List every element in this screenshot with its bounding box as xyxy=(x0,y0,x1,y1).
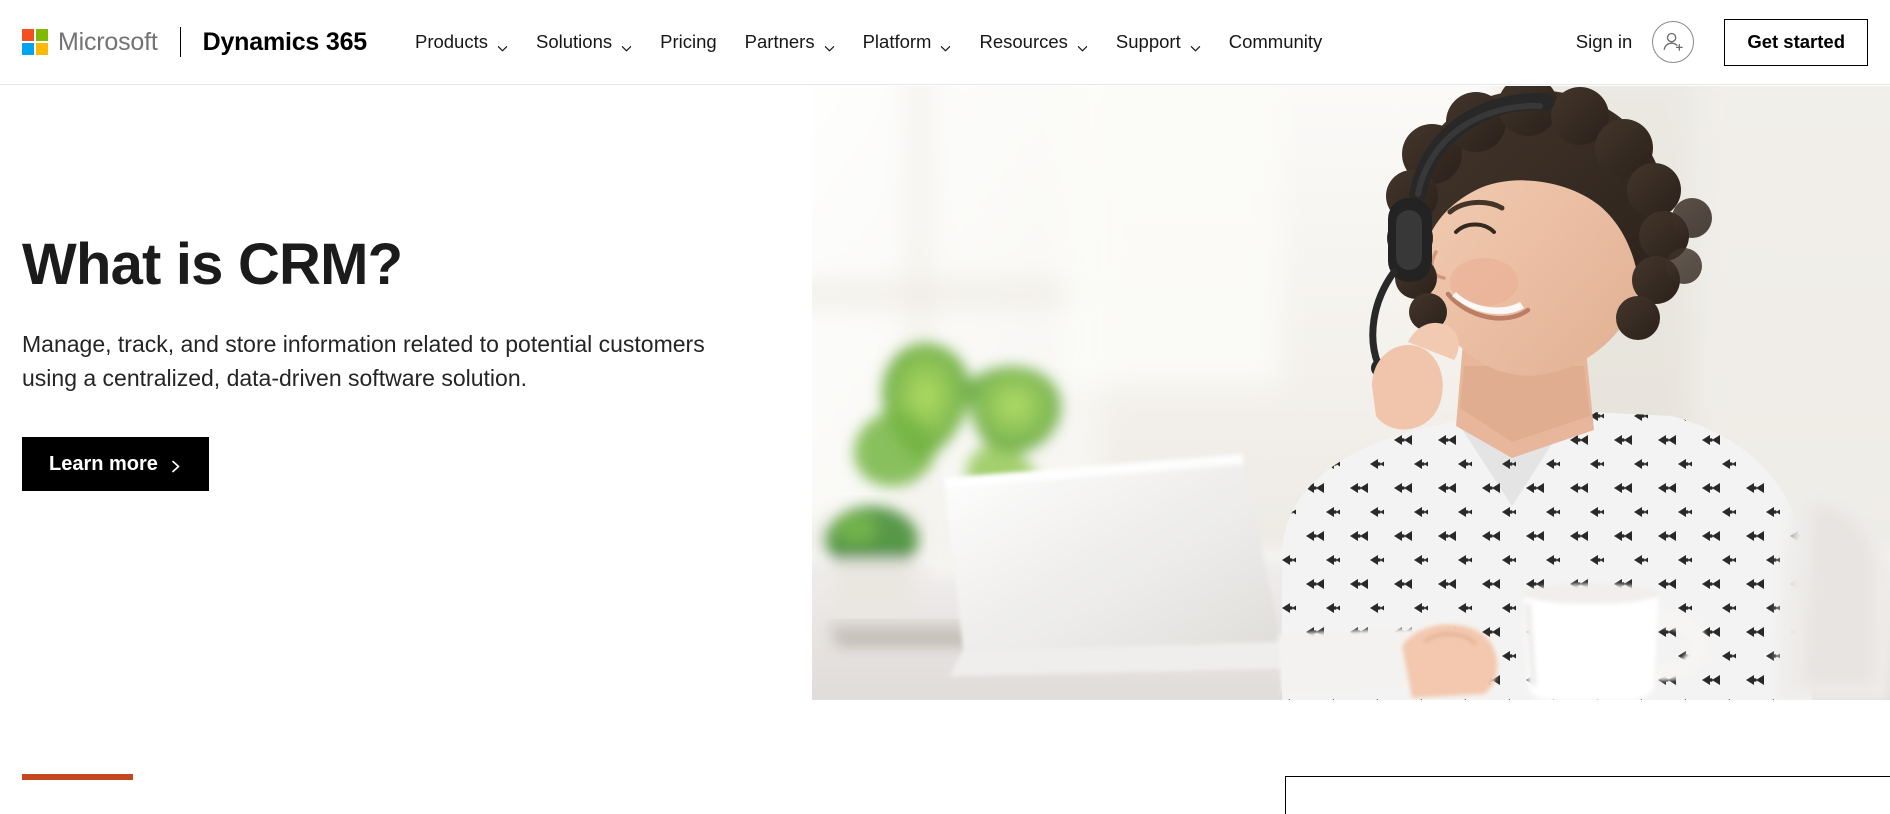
nav-right-cluster: Sign in Get started xyxy=(1572,18,1868,66)
hero-copy-block: What is CRM? Manage, track, and store in… xyxy=(22,232,782,491)
sign-in-link[interactable]: Sign in xyxy=(1572,25,1637,59)
get-started-button[interactable]: Get started xyxy=(1724,18,1868,66)
nav-item-community[interactable]: Community xyxy=(1215,21,1337,63)
primary-navigation-menu: Products Solutions Pricing Partners Plat… xyxy=(401,21,1572,63)
nav-item-partners[interactable]: Partners xyxy=(731,21,849,63)
account-person-add-icon[interactable] xyxy=(1652,21,1695,63)
microsoft-home-link[interactable]: Microsoft xyxy=(22,29,158,55)
logo-square-red xyxy=(22,29,34,41)
hero-subtitle: Manage, track, and store information rel… xyxy=(22,330,705,391)
nav-item-label: Resources xyxy=(979,30,1068,52)
hero-image: Person with headset using a laptop xyxy=(812,86,1890,700)
brand-block: Microsoft Dynamics 365 xyxy=(22,27,367,57)
nav-item-label: Platform xyxy=(862,30,932,52)
chevron-right-icon xyxy=(169,457,182,473)
chevron-down-icon xyxy=(1077,37,1088,51)
chevron-down-icon xyxy=(621,37,632,51)
nav-item-label: Products xyxy=(414,30,488,52)
nav-item-label: Partners xyxy=(744,30,815,52)
hero-section: What is CRM? Manage, track, and store in… xyxy=(0,86,1890,814)
chevron-down-icon xyxy=(824,37,835,51)
content-card-peek[interactable] xyxy=(1285,776,1890,814)
nav-item-label: Community xyxy=(1228,30,1323,52)
top-navigation-bar: Microsoft Dynamics 365 Products Solution… xyxy=(0,0,1890,85)
logo-square-yellow xyxy=(36,43,48,55)
nav-item-label: Support xyxy=(1115,30,1181,52)
section-accent-bar xyxy=(22,774,133,780)
logo-square-blue xyxy=(22,43,34,55)
brand-divider xyxy=(179,27,181,57)
nav-item-label: Pricing xyxy=(660,30,717,52)
nav-item-solutions[interactable]: Solutions xyxy=(522,21,646,63)
learn-more-button[interactable]: Learn more xyxy=(22,436,209,491)
nav-item-resources[interactable]: Resources xyxy=(965,21,1101,63)
nav-item-pricing[interactable]: Pricing xyxy=(646,21,731,63)
logo-square-green xyxy=(36,29,48,41)
page-title: What is CRM? xyxy=(22,232,403,297)
chevron-down-icon xyxy=(940,37,951,51)
nav-item-label: Solutions xyxy=(536,30,613,52)
nav-item-platform[interactable]: Platform xyxy=(849,21,966,63)
chevron-down-icon xyxy=(1190,37,1201,51)
microsoft-logo-icon xyxy=(22,29,48,55)
nav-item-products[interactable]: Products xyxy=(401,21,522,63)
product-name-link[interactable]: Dynamics 365 xyxy=(203,29,368,55)
nav-item-support[interactable]: Support xyxy=(1102,21,1215,63)
microsoft-wordmark: Microsoft xyxy=(58,27,158,56)
learn-more-label: Learn more xyxy=(49,452,158,475)
chevron-down-icon xyxy=(497,37,508,51)
